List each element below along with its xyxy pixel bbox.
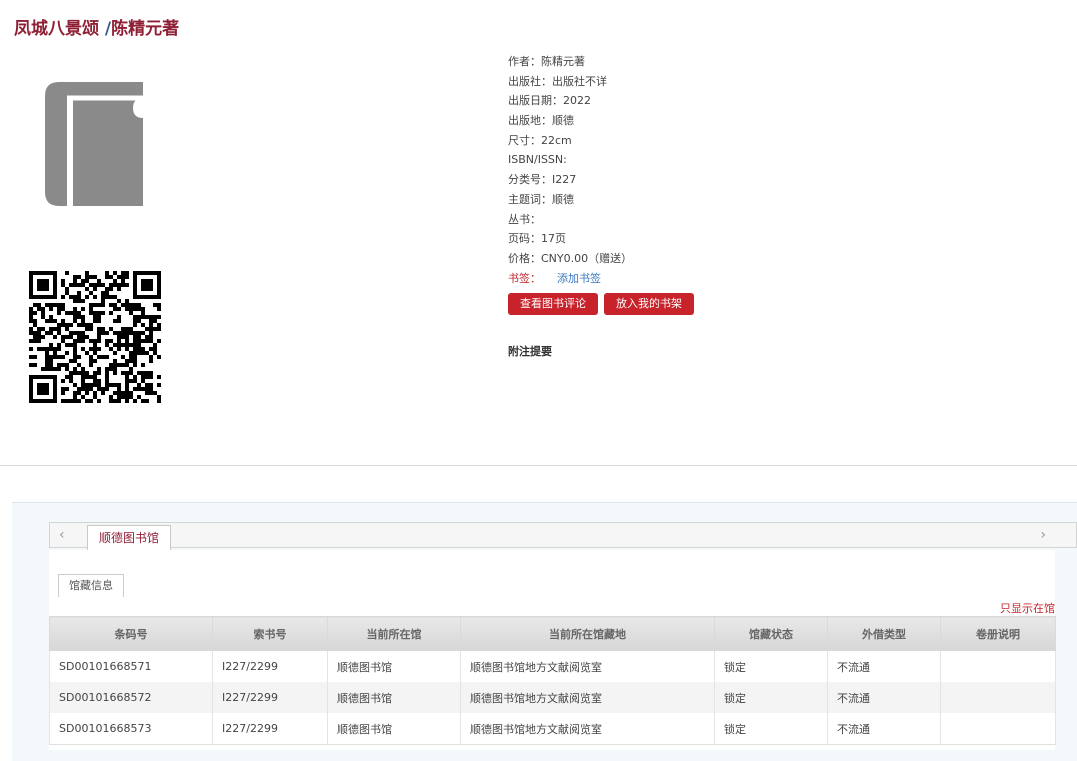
metadata-row: 主题词：顺德 <box>508 190 908 210</box>
metadata-value: 17页 <box>541 232 566 246</box>
metadata-row: 分类号：I227 <box>508 170 908 190</box>
metadata-value: 顺德 <box>552 114 574 128</box>
table-cell: SD00101668571 <box>49 650 213 682</box>
column-header: 条码号 <box>49 616 213 651</box>
table-cell: I227/2299 <box>212 713 328 745</box>
chevron-right-icon[interactable]: › <box>1040 527 1046 543</box>
metadata-label: 分类号： <box>508 173 552 187</box>
metadata-value: 22cm <box>541 133 572 147</box>
table-cell: 顺德图书馆 <box>327 682 461 713</box>
bookmark-label: 书签： <box>508 271 541 285</box>
metadata-label: 尺寸： <box>508 133 541 147</box>
table-cell: 不流通 <box>827 682 941 713</box>
book-title: 凤城八景颂 <box>14 19 99 39</box>
section-divider <box>0 465 1077 466</box>
table-cell: 锁定 <box>714 650 828 682</box>
table-cell: 锁定 <box>714 682 828 713</box>
bookmark-row: 书签： 添加书签 <box>508 269 908 289</box>
metadata-row: 丛书： <box>508 210 908 230</box>
table-cell: 顺德图书馆 <box>327 713 461 745</box>
table-cell <box>940 650 1056 682</box>
metadata-row: 出版日期：2022 <box>508 91 908 111</box>
metadata-row: ISBN/ISSN: <box>508 150 908 170</box>
book-icon <box>45 82 143 206</box>
table-row: SD00101668573 I227/2299 顺德图书馆 顺德图书馆地方文献阅览室锁… <box>49 713 1056 745</box>
view-reviews-button[interactable]: 查看图书评论 <box>508 293 598 315</box>
table-cell <box>940 713 1056 745</box>
holdings-panel: ‹ 顺德图书馆 › 馆藏信息 只显示在馆 条码号 索书号 当前所在馆 当前所在馆藏地馆… <box>12 502 1077 761</box>
metadata-label: 出版社： <box>508 74 552 88</box>
chevron-left-icon[interactable]: ‹ <box>59 527 65 543</box>
table-cell: 顺德图书馆地方文献阅览室 <box>460 682 715 713</box>
metadata-value: 出版社不详 <box>552 74 607 88</box>
library-tabbar: ‹ 顺德图书馆 › <box>49 522 1077 550</box>
metadata-label: 出版日期： <box>508 94 563 108</box>
book-author: 陈精元著 <box>111 19 180 39</box>
holdings-content: 馆藏信息 只显示在馆 条码号 索书号 当前所在馆 当前所在馆藏地 馆藏状态 外借类型 卷册说… <box>49 550 1056 750</box>
metadata-label: 出版地： <box>508 114 552 128</box>
table-row: SD00101668571 I227/2299 顺德图书馆 顺德图书馆地方文献阅览室锁… <box>49 650 1056 682</box>
tab-holdings-info[interactable]: 馆藏信息 <box>58 574 124 597</box>
action-buttons: 查看图书评论 放入我的书架 <box>508 293 700 315</box>
title-separator: / <box>99 19 112 39</box>
table-cell: 不流通 <box>827 713 941 745</box>
metadata-label: 作者： <box>508 55 541 68</box>
metadata-row: 作者：陈精元著 <box>508 52 908 72</box>
table-cell: 顺德图书馆地方文献阅览室 <box>460 650 715 682</box>
metadata-value: 陈精元著 <box>541 55 585 68</box>
column-header: 当前所在馆 <box>327 616 461 651</box>
column-header: 卷册说明 <box>940 616 1056 651</box>
table-cell <box>940 682 1056 713</box>
metadata-label: ISBN/ISSN: <box>508 153 567 167</box>
metadata-row: 出版社：出版社不详 <box>508 72 908 92</box>
table-cell: 锁定 <box>714 713 828 745</box>
metadata-label: 主题词： <box>508 192 552 206</box>
metadata-value: CNY0.00（赠送） <box>541 251 633 265</box>
table-row: SD00101668572 I227/2299 顺德图书馆 顺德图书馆地方文献阅览室锁… <box>49 682 1056 713</box>
metadata-label: 页码： <box>508 232 541 246</box>
column-header: 馆藏状态 <box>714 616 828 651</box>
add-bookmark-link[interactable]: 添加书签 <box>557 272 601 285</box>
metadata-value: 顺德 <box>552 192 574 206</box>
tab-library[interactable]: 顺德图书馆 <box>87 525 172 550</box>
table-cell: 顺德图书馆 <box>327 650 461 682</box>
metadata-row: 页码：17页 <box>508 229 908 249</box>
metadata-row: 尺寸：22cm <box>508 131 908 151</box>
metadata-row: 价格：CNY0.00（赠送） <box>508 249 908 269</box>
table-cell: 顺德图书馆地方文献阅览室 <box>460 713 715 745</box>
column-header: 索书号 <box>212 616 328 651</box>
show-available-only-link[interactable]: 只显示在馆 <box>1000 600 1055 616</box>
table-cell: I227/2299 <box>212 650 328 682</box>
table-cell: 不流通 <box>827 650 941 682</box>
table-cell: SD00101668572 <box>49 682 213 713</box>
table-cell: SD00101668573 <box>49 713 213 745</box>
page-title: 凤城八景颂 /陈精元著 <box>14 14 179 39</box>
metadata-value: 2022 <box>563 94 591 108</box>
table-cell: I227/2299 <box>212 682 328 713</box>
holdings-table: 条码号 索书号 当前所在馆 当前所在馆藏地 馆藏状态 外借类型 卷册说明 SD0010166… <box>49 616 1056 745</box>
add-to-shelf-button[interactable]: 放入我的书架 <box>604 293 694 315</box>
table-header-row: 条码号 索书号 当前所在馆 当前所在馆藏地 馆藏状态 外借类型 卷册说明 <box>49 616 1056 651</box>
column-header: 外借类型 <box>827 616 941 651</box>
metadata-label: 价格： <box>508 251 541 265</box>
notes-heading: 附注提要 <box>508 345 552 358</box>
qr-code <box>29 271 161 403</box>
metadata-label: 丛书： <box>508 212 541 226</box>
metadata-row: 出版地：顺德 <box>508 111 908 131</box>
book-metadata: 作者：陈精元著 出版社：出版社不详 出版日期：2022 出版地：顺德 尺寸：22cm IS… <box>508 52 908 288</box>
metadata-value: I227 <box>552 173 577 187</box>
column-header: 当前所在馆藏地 <box>460 616 715 651</box>
